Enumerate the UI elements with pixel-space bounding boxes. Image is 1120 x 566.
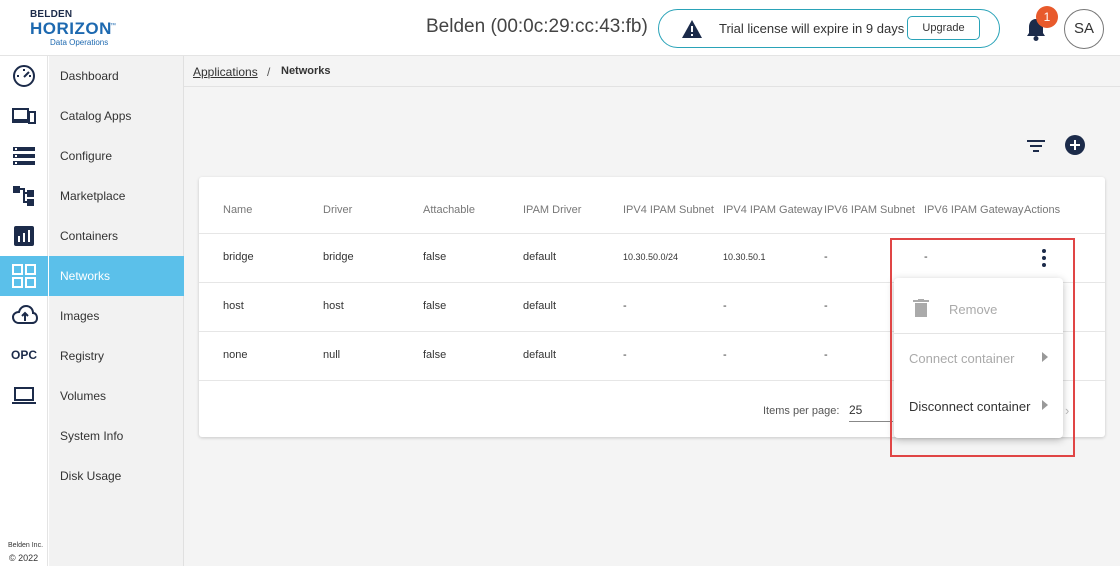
upgrade-button[interactable]: Upgrade	[907, 16, 980, 40]
sidebar-item-registry[interactable]: Registry	[49, 336, 184, 376]
cell-ipv4-gateway: -	[723, 349, 727, 361]
menu-item-label: Remove	[949, 302, 998, 317]
sidebar: Dashboard Catalog Apps Configure Marketp…	[49, 56, 184, 566]
warning-icon	[682, 20, 702, 38]
sidebar-item-marketplace[interactable]: Marketplace	[49, 176, 184, 216]
device-title: Belden (00:0c:29:cc:43:fb)	[426, 16, 648, 37]
cell-name: none	[223, 349, 248, 361]
chevron-right-icon	[1042, 352, 1048, 362]
sidebar-item-configure[interactable]: Configure	[49, 136, 184, 176]
next-page-icon[interactable]: ›	[1065, 403, 1069, 418]
list-icon	[13, 147, 35, 165]
cell-ipv4-subnet: -	[623, 300, 627, 312]
avatar[interactable]: SA	[1064, 9, 1104, 49]
rail-catalog-apps[interactable]	[0, 96, 48, 136]
sidebar-item-dashboard[interactable]: Dashboard	[49, 56, 184, 96]
opc-icon: OPC	[11, 348, 38, 362]
column-header-driver[interactable]: Driver	[323, 204, 352, 216]
rail-configure[interactable]	[0, 136, 48, 176]
license-banner: Trial license will expire in 9 days Upgr…	[658, 9, 1000, 48]
actions-menu: Remove Connect container Disconnect cont…	[894, 278, 1063, 438]
logo-trademark: ™	[110, 23, 116, 29]
license-message: Trial license will expire in 9 days	[719, 21, 905, 36]
rail-registry[interactable]: OPC	[0, 336, 48, 376]
column-header-ipv6-subnet[interactable]: IPV6 IPAM Subnet	[824, 204, 915, 216]
grid-icon	[12, 264, 36, 288]
logo-line-3: Data Operations	[50, 38, 109, 47]
rail-containers[interactable]	[0, 216, 48, 256]
menu-item-connect-container[interactable]: Connect container	[894, 335, 1063, 383]
breadcrumb-current: Networks	[281, 65, 331, 77]
sidebar-item-disk-usage[interactable]: Disk Usage	[49, 456, 184, 496]
speedometer-icon	[13, 65, 35, 87]
cell-ipv4-subnet: 10.30.50.0/24	[623, 252, 679, 262]
column-header-attachable[interactable]: Attachable	[423, 204, 475, 216]
rail-volumes[interactable]	[0, 376, 48, 416]
icon-rail: OPC Belden Inc. © 2022	[0, 56, 48, 566]
add-network-icon[interactable]	[1064, 134, 1086, 156]
copyright-company: Belden Inc.	[8, 542, 44, 549]
items-per-page-label: Items per page:	[763, 405, 840, 417]
items-per-page-select[interactable]: 25	[849, 400, 893, 422]
column-header-ipam-driver[interactable]: IPAM Driver	[523, 204, 581, 216]
cell-ipv4-subnet: -	[623, 349, 627, 361]
cell-name: host	[223, 300, 244, 312]
cell-driver: host	[323, 300, 344, 312]
cell-ipv6-gateway: -	[924, 251, 928, 263]
cell-ipv4-gateway: 10.30.50.1	[723, 252, 766, 262]
table-row[interactable]: bridge bridge false default 10.30.50.0/2…	[199, 233, 1105, 282]
rail-dashboard[interactable]	[0, 56, 48, 96]
cell-attachable: false	[423, 251, 447, 263]
menu-item-label: Disconnect container	[909, 399, 1031, 414]
rail-networks[interactable]	[0, 256, 48, 296]
cell-name: bridge	[223, 251, 254, 263]
cell-ipam-driver: default	[523, 300, 557, 312]
cell-ipv6-subnet: -	[824, 349, 828, 361]
cell-ipv4-gateway: -	[723, 300, 727, 312]
logo-line-2: HORIZON	[30, 19, 112, 38]
column-header-ipv4-subnet[interactable]: IPV4 IPAM Subnet	[623, 204, 714, 216]
cell-attachable: false	[423, 349, 447, 361]
cell-ipam-driver: default	[523, 251, 557, 263]
sidebar-item-volumes[interactable]: Volumes	[49, 376, 184, 416]
breadcrumb: Applications / Networks	[184, 56, 1120, 87]
column-header-name[interactable]: Name	[223, 204, 252, 216]
bar-chart-icon	[14, 226, 34, 246]
breadcrumb-applications[interactable]: Applications	[193, 65, 258, 79]
belden-horizon-logo[interactable]: BELDEN HORIZON ™ Data Operations	[28, 9, 128, 49]
sidebar-item-networks[interactable]: Networks	[49, 256, 184, 296]
cell-ipv6-subnet: -	[824, 251, 828, 263]
laptop-icon	[12, 387, 36, 404]
menu-item-remove[interactable]: Remove	[894, 286, 1063, 334]
rail-images[interactable]	[0, 296, 48, 336]
cell-driver: bridge	[323, 251, 354, 263]
sidebar-item-images[interactable]: Images	[49, 296, 184, 336]
cell-attachable: false	[423, 300, 447, 312]
devices-icon	[12, 108, 36, 124]
menu-item-disconnect-container[interactable]: Disconnect container	[894, 383, 1063, 431]
column-header-ipv4-gateway[interactable]: IPV4 IPAM Gateway	[723, 204, 822, 216]
sidebar-item-containers[interactable]: Containers	[49, 216, 184, 256]
cell-ipv6-subnet: -	[824, 300, 828, 312]
app-header: BELDEN HORIZON ™ Data Operations Belden …	[0, 0, 1120, 56]
column-header-actions: Actions	[1024, 204, 1061, 216]
sidebar-item-system-info[interactable]: System Info	[49, 416, 184, 456]
trash-icon	[913, 299, 929, 317]
hierarchy-icon	[13, 186, 34, 206]
notification-badge[interactable]: 1	[1036, 6, 1058, 28]
menu-item-label: Connect container	[909, 351, 1015, 366]
cloud-upload-icon	[12, 304, 38, 324]
breadcrumb-separator: /	[267, 65, 271, 79]
sidebar-item-catalog-apps[interactable]: Catalog Apps	[49, 96, 184, 136]
rail-marketplace[interactable]	[0, 176, 48, 216]
more-vert-icon[interactable]	[1039, 247, 1049, 269]
filter-icon[interactable]	[1025, 136, 1047, 156]
copyright-year: © 2022	[9, 553, 39, 563]
cell-ipam-driver: default	[523, 349, 557, 361]
cell-driver: null	[323, 349, 341, 361]
chevron-right-icon	[1042, 400, 1048, 410]
column-header-ipv6-gateway[interactable]: IPV6 IPAM Gateway	[924, 204, 1023, 216]
